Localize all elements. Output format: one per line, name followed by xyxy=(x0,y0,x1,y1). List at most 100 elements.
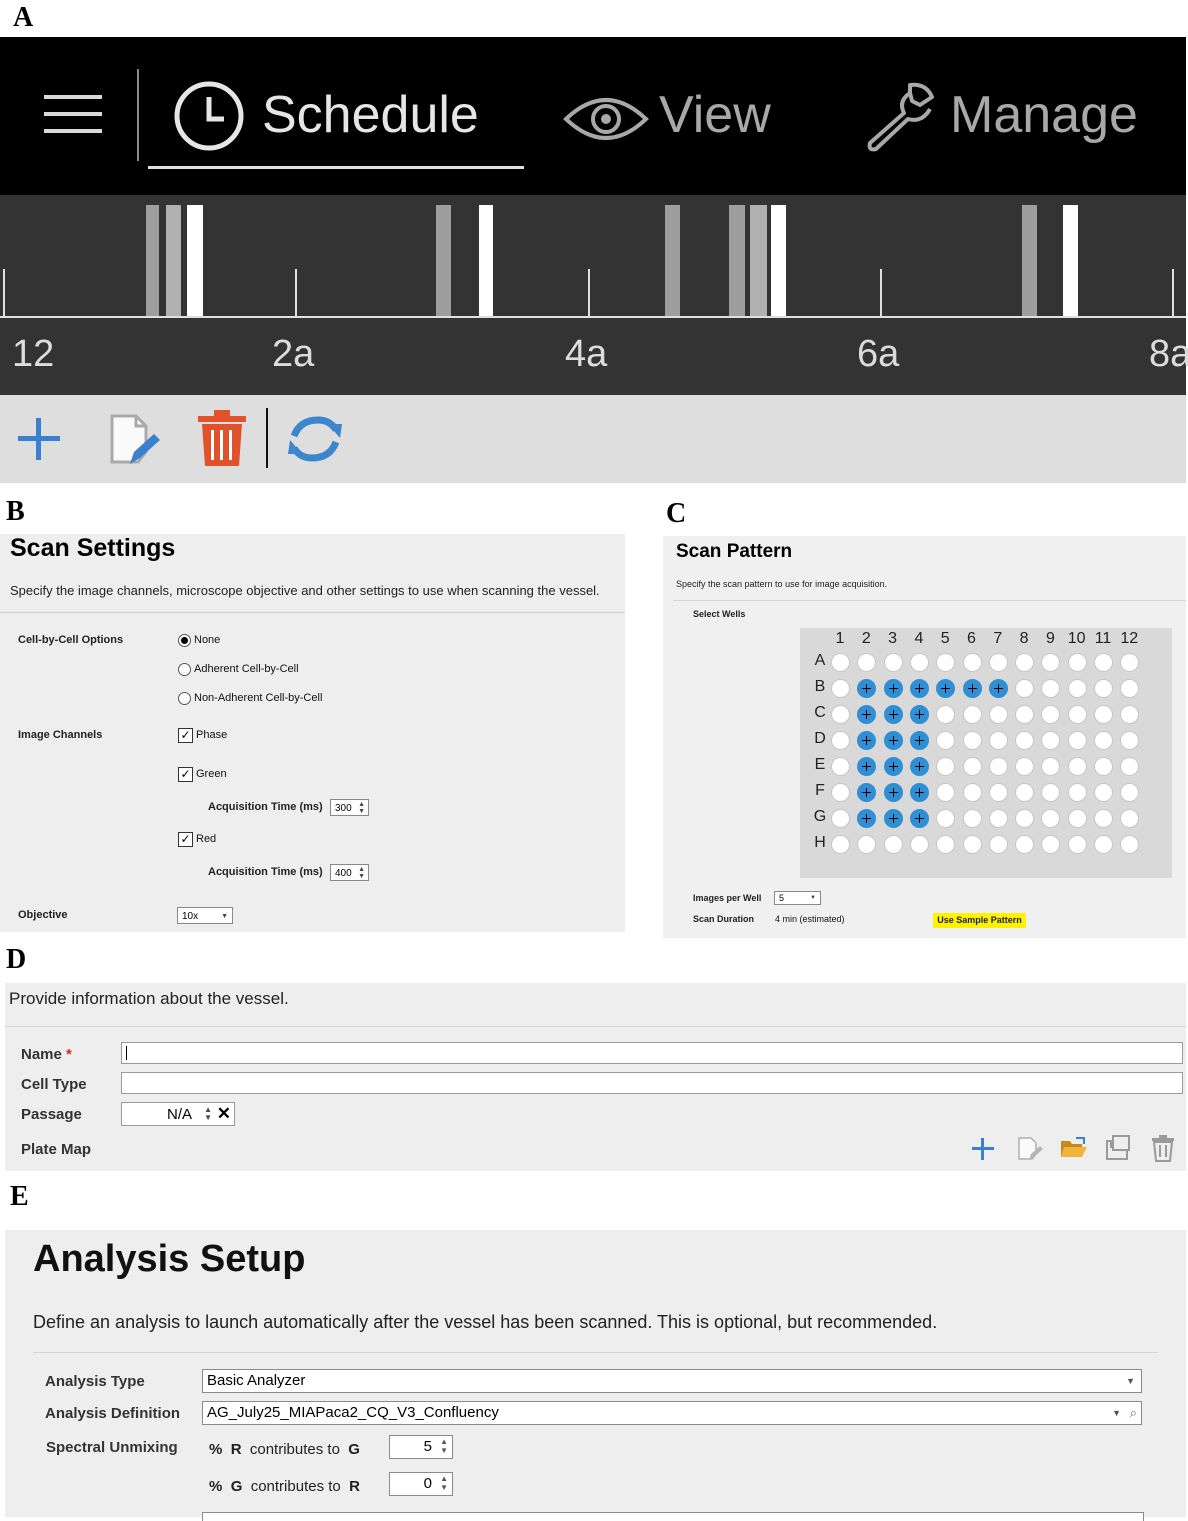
well-B10[interactable] xyxy=(1067,679,1087,698)
edit-icon[interactable] xyxy=(108,412,160,468)
well-B8[interactable] xyxy=(1015,679,1035,698)
well-C5[interactable] xyxy=(936,705,956,724)
green-checkbox[interactable]: ✓ xyxy=(178,767,193,782)
well-D6[interactable] xyxy=(962,731,982,750)
well-A10[interactable] xyxy=(1067,653,1087,672)
red-checkbox[interactable]: ✓ xyxy=(178,832,193,847)
plate-row-header[interactable]: E xyxy=(812,756,828,774)
plate-column-header[interactable]: 7 xyxy=(985,630,1011,648)
well-E9[interactable] xyxy=(1041,757,1061,776)
tab-manage[interactable]: Manage xyxy=(860,77,1160,157)
well-E1[interactable] xyxy=(831,757,850,776)
well-A5[interactable] xyxy=(936,653,956,672)
plate-row-header[interactable]: C xyxy=(812,704,828,722)
well-D10[interactable] xyxy=(1067,731,1087,750)
plate-row-header[interactable]: H xyxy=(812,834,828,852)
plate-column-header[interactable]: 2 xyxy=(853,630,879,648)
well-C9[interactable] xyxy=(1041,705,1061,724)
well-F10[interactable] xyxy=(1067,783,1087,802)
plate-column-header[interactable]: 12 xyxy=(1116,630,1142,648)
well-A11[interactable] xyxy=(1094,653,1113,672)
well-B5[interactable] xyxy=(936,679,956,698)
well-F12[interactable] xyxy=(1120,783,1140,802)
well-C1[interactable] xyxy=(831,705,850,724)
well-E7[interactable] xyxy=(988,757,1008,776)
well-A9[interactable] xyxy=(1041,653,1061,672)
well-D9[interactable] xyxy=(1041,731,1061,750)
well-G3[interactable] xyxy=(883,809,903,828)
well-H11[interactable] xyxy=(1094,835,1113,854)
plate-column-header[interactable]: 5 xyxy=(932,630,958,648)
images-per-well-select[interactable]: 5 ▼ xyxy=(774,891,821,905)
radio-non-adherent[interactable] xyxy=(178,692,191,705)
well-D5[interactable] xyxy=(936,731,956,750)
well-A3[interactable] xyxy=(883,653,903,672)
well-E11[interactable] xyxy=(1094,757,1113,776)
well-B7[interactable] xyxy=(988,679,1008,698)
tab-schedule[interactable]: Schedule xyxy=(172,77,512,157)
well-F11[interactable] xyxy=(1094,783,1113,802)
well-E6[interactable] xyxy=(962,757,982,776)
plate-column-header[interactable]: 11 xyxy=(1090,630,1116,648)
edit-icon[interactable] xyxy=(1017,1136,1043,1162)
well-G12[interactable] xyxy=(1120,809,1140,828)
well-H3[interactable] xyxy=(883,835,903,854)
well-E10[interactable] xyxy=(1067,757,1087,776)
well-D1[interactable] xyxy=(831,731,850,750)
well-B4[interactable] xyxy=(909,679,929,698)
use-sample-pattern-button[interactable]: Use Sample Pattern xyxy=(933,913,1026,928)
well-D3[interactable] xyxy=(883,731,903,750)
well-H10[interactable] xyxy=(1067,835,1087,854)
well-G9[interactable] xyxy=(1041,809,1061,828)
well-C7[interactable] xyxy=(988,705,1008,724)
tab-view[interactable]: View xyxy=(563,77,793,157)
well-F8[interactable] xyxy=(1015,783,1035,802)
well-B12[interactable] xyxy=(1120,679,1140,698)
hamburger-menu-icon[interactable] xyxy=(44,95,104,133)
well-H12[interactable] xyxy=(1120,835,1140,854)
well-A7[interactable] xyxy=(988,653,1008,672)
save-icon[interactable] xyxy=(1105,1135,1131,1161)
well-H6[interactable] xyxy=(962,835,982,854)
well-E12[interactable] xyxy=(1120,757,1140,776)
well-H4[interactable] xyxy=(909,835,929,854)
name-input[interactable] xyxy=(121,1042,1183,1064)
objective-select[interactable]: 10x ▼ xyxy=(177,907,233,924)
well-B9[interactable] xyxy=(1041,679,1061,698)
well-C10[interactable] xyxy=(1067,705,1087,724)
well-G10[interactable] xyxy=(1067,809,1087,828)
well-E8[interactable] xyxy=(1015,757,1035,776)
well-H1[interactable] xyxy=(831,835,850,854)
add-icon[interactable] xyxy=(16,416,62,462)
well-B3[interactable] xyxy=(883,679,903,698)
well-C4[interactable] xyxy=(909,705,929,724)
phase-checkbox[interactable]: ✓ xyxy=(178,728,193,743)
well-A8[interactable] xyxy=(1015,653,1035,672)
well-B11[interactable] xyxy=(1094,679,1113,698)
well-H8[interactable] xyxy=(1015,835,1035,854)
well-G2[interactable] xyxy=(857,809,877,828)
well-D7[interactable] xyxy=(988,731,1008,750)
plate-column-header[interactable]: 9 xyxy=(1037,630,1063,648)
well-A1[interactable] xyxy=(831,653,850,672)
well-B2[interactable] xyxy=(857,679,877,698)
schedule-timeline[interactable]: 12 2a 4a 6a 8a xyxy=(0,195,1188,395)
well-F2[interactable] xyxy=(857,783,877,802)
clear-icon[interactable]: ✕ xyxy=(217,1104,231,1124)
open-folder-icon[interactable] xyxy=(1060,1136,1088,1160)
well-C12[interactable] xyxy=(1120,705,1140,724)
well-H9[interactable] xyxy=(1041,835,1061,854)
r-to-g-spinner[interactable]: 5 ▲ ▼ xyxy=(389,1435,453,1459)
plate-row-header[interactable]: B xyxy=(812,678,828,696)
well-plate[interactable]: 1 2 3 4 5 6 7 8 9 10 11 12 A B C D E F G H xyxy=(800,628,1172,878)
plate-column-header[interactable]: 4 xyxy=(906,630,932,648)
well-E4[interactable] xyxy=(909,757,929,776)
well-A12[interactable] xyxy=(1120,653,1140,672)
well-D11[interactable] xyxy=(1094,731,1113,750)
plate-row-header[interactable]: F xyxy=(812,782,828,800)
well-C11[interactable] xyxy=(1094,705,1113,724)
well-F6[interactable] xyxy=(962,783,982,802)
delete-icon[interactable] xyxy=(1151,1134,1175,1162)
plate-row-header[interactable]: A xyxy=(812,652,828,670)
well-H2[interactable] xyxy=(857,835,877,854)
